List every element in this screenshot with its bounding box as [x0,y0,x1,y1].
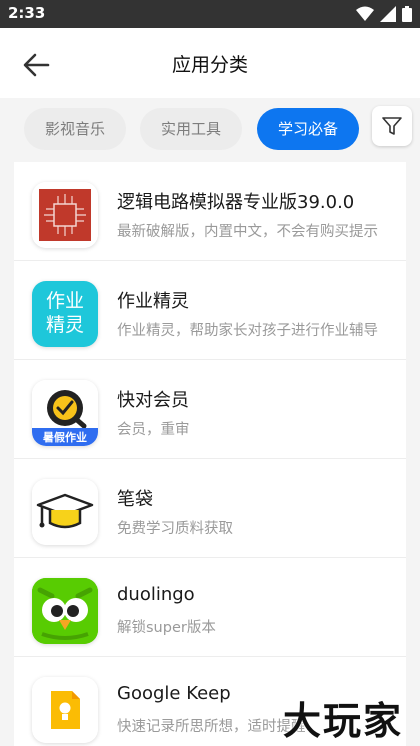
circuit-chip-icon [32,182,98,248]
wifi-icon [356,6,374,21]
app-name: 逻辑电路模拟器专业版39.0.0 [117,192,355,213]
tab-xuexi-bibei[interactable]: 学习必备 [257,108,359,150]
app-list: 逻辑电路模拟器专业版39.0.0 最新破解版，内置中文，不会有购买提示 作业 精… [14,162,406,746]
kuaidui-check-icon: 暑假作业 [32,380,98,446]
app-name: duolingo [117,584,195,605]
app-name: 作业精灵 [117,291,189,312]
app-desc: 会员，重审 [117,422,190,438]
app-desc: 作业精灵，帮助家长对孩子进行作业辅导 [117,323,378,339]
google-keep-icon [32,677,98,743]
list-item[interactable]: 笔袋 免费学习质料获取 [14,459,406,558]
filter-button[interactable] [372,106,412,146]
watermark-logo: 大玩家 [283,699,404,743]
battery-icon [402,6,412,22]
app-desc: 最新破解版，内置中文，不会有购买提示 [117,224,378,240]
app-desc: 解锁super版本 [117,620,216,636]
signal-icon [380,6,396,22]
icon-text: 作业 [45,290,84,312]
app-bar: 应用分类 [0,28,420,98]
list-item[interactable]: duolingo 解锁super版本 [14,558,406,657]
icon-text: 精灵 [45,314,84,336]
tab-shiyong-gongju[interactable]: 实用工具 [140,108,242,150]
app-desc: 免费学习质料获取 [117,521,233,537]
app-name: Google Keep [117,683,231,704]
category-tabs: 影视音乐 实用工具 学习必备 书 [0,98,420,162]
filter-icon [382,117,402,135]
status-bar: 2:33 [0,0,420,28]
app-name: 快对会员 [117,390,189,411]
status-time: 2:33 [8,4,46,22]
tab-yingshi-yinyue[interactable]: 影视音乐 [24,108,126,150]
app-name: 笔袋 [117,489,153,510]
list-item[interactable]: 暑假作业 快对会员 会员，重审 [14,360,406,459]
duolingo-owl-icon [32,578,98,644]
icon-text: 暑假作业 [43,431,87,444]
status-icons [356,6,412,22]
list-item[interactable]: 逻辑电路模拟器专业版39.0.0 最新破解版，内置中文，不会有购买提示 [14,162,406,261]
graduation-cap-icon [32,479,98,545]
list-item[interactable]: 作业 精灵 作业精灵 作业精灵，帮助家长对孩子进行作业辅导 [14,261,406,360]
page-title: 应用分类 [171,54,248,76]
zuoye-jingling-icon: 作业 精灵 [32,281,98,347]
